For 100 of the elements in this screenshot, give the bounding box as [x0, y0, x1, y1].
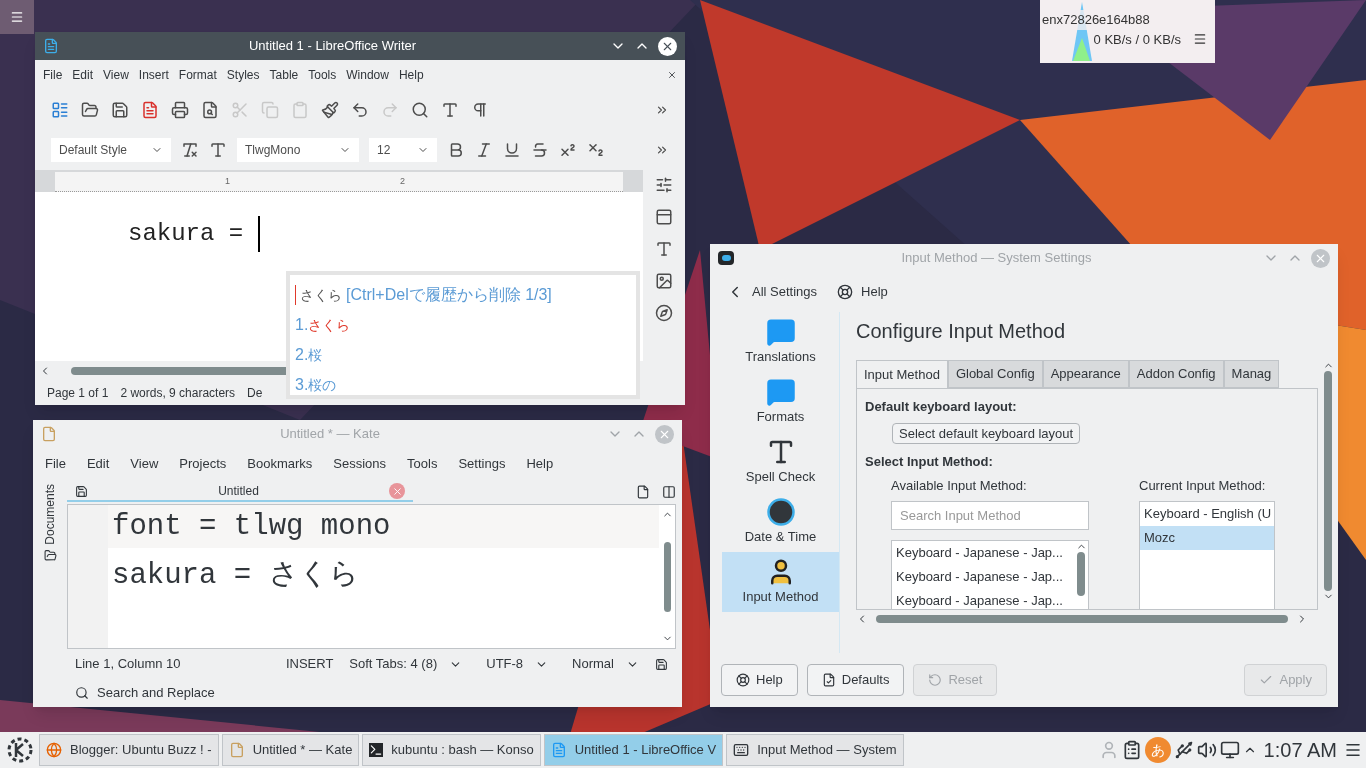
- split-view-icon[interactable]: [662, 485, 676, 499]
- task-button[interactable]: Untitled 1 - LibreOffice V: [543, 734, 724, 766]
- task-button[interactable]: kubuntu : bash — Konso: [362, 734, 541, 766]
- menu-icon[interactable]: [1344, 741, 1362, 759]
- lifebuoy-icon: [736, 673, 750, 687]
- close-button[interactable]: [658, 36, 677, 56]
- help-button[interactable]: Help: [837, 282, 888, 302]
- indentation-dropdown[interactable]: Soft Tabs: 4 (8): [349, 654, 463, 674]
- list-item[interactable]: Keyboard - Japanese - Jap...: [896, 541, 1074, 565]
- tab[interactable]: Input Method: [856, 360, 948, 388]
- task-button[interactable]: Untitled * — Kate: [221, 734, 360, 766]
- gallery-icon[interactable]: [655, 272, 673, 290]
- font-name-field[interactable]: TlwgMono: [237, 138, 359, 162]
- menu-item[interactable]: Table: [269, 66, 299, 84]
- properties-icon[interactable]: [655, 176, 673, 194]
- app-icon: [369, 743, 384, 757]
- dialog-button[interactable]: Help: [721, 664, 798, 696]
- new-tab-icon[interactable]: [636, 485, 650, 499]
- formatting-marks-icon[interactable]: [471, 101, 489, 119]
- subscript-icon[interactable]: [587, 141, 605, 159]
- print-preview-icon[interactable]: [201, 101, 219, 119]
- list-item[interactable]: Keyboard - English (U: [1140, 502, 1274, 526]
- menu-item[interactable]: Tools: [308, 66, 337, 84]
- paragraph-style-field[interactable]: Default Style: [51, 138, 171, 162]
- scrollbar-thumb[interactable]: [1077, 552, 1085, 596]
- input-mode[interactable]: INSERT: [285, 654, 334, 674]
- task-button[interactable]: Input Method — System: [726, 734, 904, 766]
- menu-icon[interactable]: [1193, 32, 1207, 47]
- tab[interactable]: Appearance: [1042, 360, 1129, 388]
- new-document-icon[interactable]: [51, 101, 69, 119]
- search-icon[interactable]: [411, 101, 429, 119]
- more-icon[interactable]: [655, 143, 669, 157]
- save-icon[interactable]: [655, 657, 668, 671]
- menu-item[interactable]: Help: [398, 66, 424, 84]
- tab[interactable]: Manag: [1223, 360, 1280, 388]
- menu-item[interactable]: Settings: [458, 454, 506, 474]
- menu-item[interactable]: File: [45, 454, 66, 474]
- candidate-item[interactable]: さくら: [308, 315, 351, 336]
- sidebar-item[interactable]: Formats: [722, 372, 839, 432]
- search-replace-button[interactable]: Search and Replace: [67, 679, 223, 707]
- volume-icon[interactable]: [1196, 740, 1217, 760]
- page-icon[interactable]: [655, 208, 673, 226]
- clock[interactable]: 1:07 AM: [1259, 735, 1341, 765]
- task-button[interactable]: Blogger: Ubuntu Buzz ! -: [39, 734, 219, 766]
- encoding-dropdown[interactable]: UTF-8: [486, 654, 549, 674]
- menu-button[interactable]: [0, 0, 34, 34]
- undo-icon[interactable]: [351, 101, 369, 119]
- scrollbar-thumb[interactable]: [876, 615, 1288, 623]
- section-heading: Default keyboard layout:: [865, 398, 1018, 416]
- sidebar-item[interactable]: Date & Time: [722, 492, 839, 552]
- pdf-export-icon[interactable]: [141, 101, 159, 119]
- usb-icon[interactable]: [1173, 740, 1194, 760]
- underline-icon[interactable]: [503, 141, 521, 159]
- dialog-button[interactable]: Defaults: [806, 664, 905, 696]
- menu-item[interactable]: Insert: [138, 66, 169, 84]
- more-icon[interactable]: [655, 103, 669, 117]
- menu-item[interactable]: Edit: [72, 66, 94, 84]
- list-item[interactable]: Keyboard - Japanese - Jap...: [896, 565, 1074, 589]
- launcher-icon[interactable]: [6, 736, 34, 764]
- font-size-field[interactable]: 12: [369, 138, 437, 162]
- sidebar-item[interactable]: Input Method: [722, 552, 839, 612]
- list-item[interactable]: Mozc: [1140, 526, 1274, 550]
- save-icon[interactable]: [111, 101, 129, 119]
- sidebar-tab[interactable]: Documents: [41, 484, 59, 545]
- scrollbar-thumb[interactable]: [663, 541, 671, 612]
- superscript-icon[interactable]: [559, 141, 577, 159]
- sidebar-item[interactable]: Spell Check: [722, 432, 839, 492]
- strikethrough-icon[interactable]: [531, 141, 549, 159]
- menu-item[interactable]: File: [43, 66, 63, 84]
- navigator-icon[interactable]: [655, 304, 673, 322]
- document-tab[interactable]: Untitled: [67, 482, 413, 502]
- scrollbar-thumb[interactable]: [1324, 371, 1332, 591]
- menu-item[interactable]: Projects: [179, 454, 227, 474]
- menu-item[interactable]: View: [130, 454, 159, 474]
- syntax-dropdown[interactable]: Normal: [572, 654, 639, 674]
- back-button[interactable]: All Settings: [726, 282, 818, 302]
- menu-item[interactable]: Edit: [86, 454, 110, 474]
- tab[interactable]: Global Config: [947, 360, 1043, 388]
- menu-item[interactable]: Tools: [407, 454, 438, 474]
- menu-item[interactable]: Bookmarks: [247, 454, 313, 474]
- ruler-label: 2: [400, 174, 406, 188]
- keyboard-layout-button[interactable]: Select default keyboard layout: [892, 422, 1081, 444]
- tab[interactable]: Addon Config: [1128, 360, 1224, 388]
- sidebar-item[interactable]: Translations: [722, 312, 839, 372]
- print-icon[interactable]: [171, 101, 189, 119]
- clone-formatting-icon[interactable]: [321, 101, 339, 119]
- menu-item[interactable]: Window: [346, 66, 389, 84]
- clear-formatting-icon[interactable]: [181, 141, 199, 159]
- section-heading: Select Input Method:: [865, 453, 994, 471]
- app-icon: [46, 742, 62, 758]
- close-icon[interactable]: [667, 70, 677, 80]
- menu-item[interactable]: Styles: [226, 66, 260, 84]
- menu-item[interactable]: Help: [526, 454, 554, 474]
- menu-item[interactable]: Sessions: [333, 454, 387, 474]
- menu-item[interactable]: Format: [178, 66, 217, 84]
- menu-item[interactable]: View: [103, 66, 129, 84]
- open-folder-icon[interactable]: [81, 101, 99, 119]
- list-item[interactable]: Keyboard - Japanese - Jap...: [896, 589, 1074, 609]
- italic-icon[interactable]: [475, 141, 493, 159]
- status-text: De: [247, 385, 263, 402]
